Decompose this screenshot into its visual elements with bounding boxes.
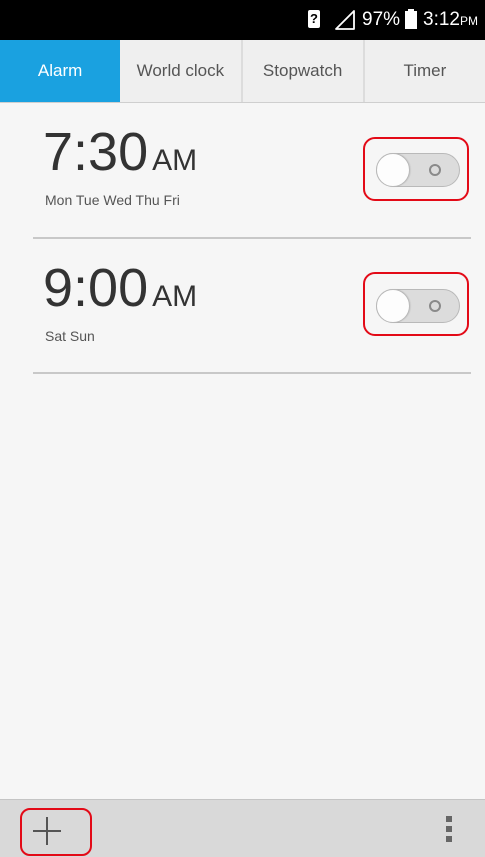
overflow-menu-icon[interactable] [446, 816, 452, 842]
tab-alarm[interactable]: Alarm [0, 40, 121, 102]
tab-stopwatch[interactable]: Stopwatch [242, 40, 365, 102]
alarm-toggle[interactable] [376, 289, 460, 323]
clock-app-screen: ? 97% 3:12PM Alarm World clock Stopwatch… [0, 0, 485, 857]
alarm-time-value: 7:30 [43, 122, 149, 182]
toggle-off-indicator-icon [429, 164, 441, 176]
status-clock: 3:12PM [423, 9, 478, 32]
alarm-time-ampm: AM [152, 280, 198, 313]
status-bar: ? 97% 3:12PM [0, 0, 485, 40]
alarm-toggle[interactable] [376, 153, 460, 187]
battery-icon [405, 9, 417, 29]
tab-timer[interactable]: Timer [364, 40, 485, 102]
sim-card-icon: ? [308, 10, 320, 28]
divider [33, 237, 471, 239]
battery-percent: 97% [362, 9, 401, 30]
alarm-time-ampm: AM [152, 144, 198, 177]
toggle-off-indicator-icon [429, 300, 441, 312]
divider [33, 372, 471, 374]
status-time: 3:12 [423, 9, 460, 30]
alarm-time: 7:30 AM [43, 122, 197, 191]
alarm-days: Mon Tue Wed Thu Fri [45, 192, 180, 208]
status-time-suffix: PM [459, 14, 478, 28]
tab-bar: Alarm World clock Stopwatch Timer [0, 40, 485, 103]
signal-icon [335, 10, 355, 30]
toggle-knob [376, 153, 410, 187]
alarm-time-value: 9:00 [43, 258, 149, 318]
alarm-days: Sat Sun [45, 328, 95, 344]
tab-world-clock[interactable]: World clock [120, 40, 243, 102]
plus-icon[interactable] [33, 817, 61, 845]
toggle-knob [376, 289, 410, 323]
alarm-time: 9:00 AM [43, 258, 197, 327]
